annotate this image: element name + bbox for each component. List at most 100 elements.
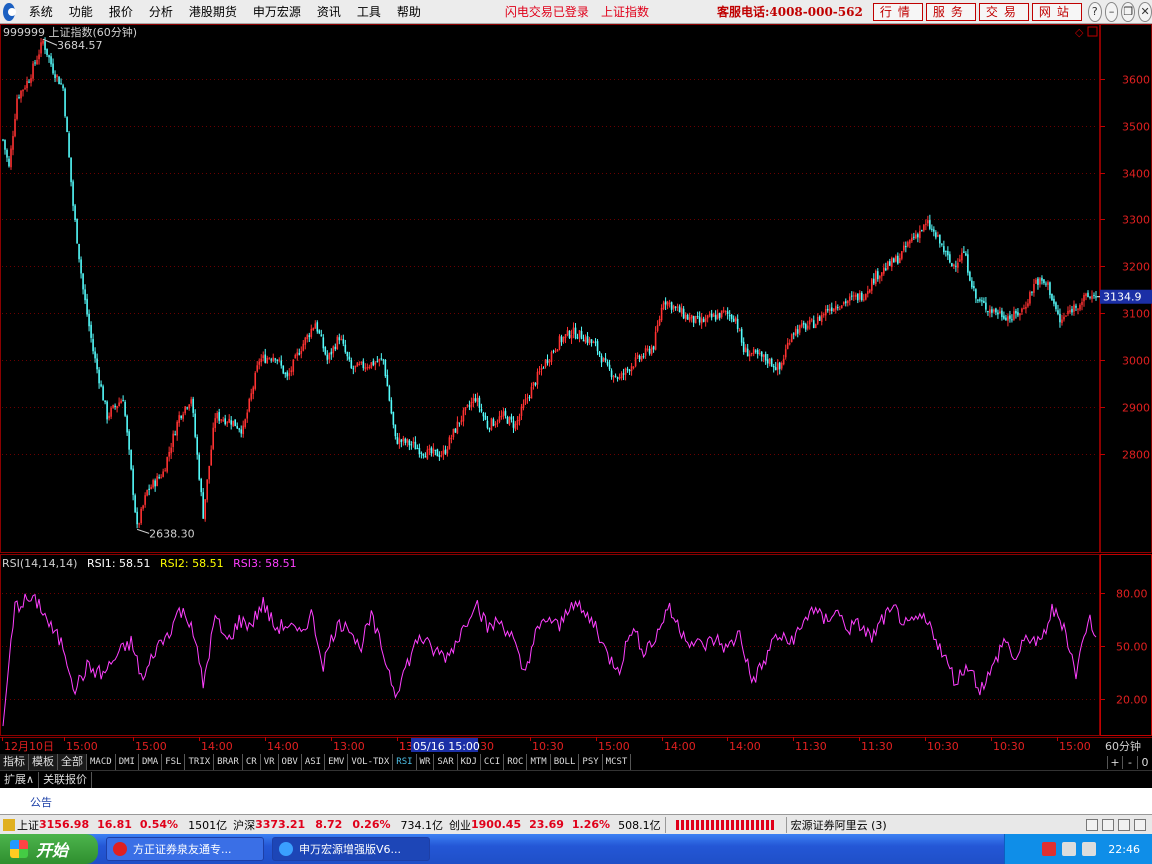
candle-body (788, 343, 791, 345)
candle-body (862, 299, 865, 301)
restore-icon[interactable]: ❐ (1121, 1, 1136, 22)
tab-indicator[interactable]: 指标 (0, 754, 29, 770)
trade-button[interactable]: 交易 (978, 2, 1029, 21)
rsi-series-line (2, 593, 1097, 727)
close-icon[interactable]: ✕ (1138, 1, 1152, 22)
cy-label[interactable]: 创业 (449, 817, 471, 833)
candle-body (326, 354, 329, 360)
tab-expand[interactable]: 扩展∧ (0, 771, 40, 788)
close-small-icon[interactable] (1134, 818, 1146, 831)
lock-icon[interactable] (1118, 818, 1130, 831)
tab-mtm[interactable]: MTM (527, 754, 551, 770)
index-icon[interactable] (3, 818, 15, 831)
remove-panel-button[interactable]: - (1122, 755, 1137, 769)
login-status[interactable]: 闪电交易已登录 (499, 3, 595, 20)
tab-mcst[interactable]: MCST (603, 754, 632, 770)
candle-body (460, 420, 463, 423)
tab-kdj[interactable]: KDJ (458, 754, 481, 770)
tab-all[interactable]: 全部 (58, 754, 87, 770)
tray-network-icon[interactable] (1062, 842, 1077, 856)
tab-roc[interactable]: ROC (504, 754, 528, 770)
candle-body (1067, 310, 1069, 315)
tab-boll[interactable]: BOLL (551, 754, 580, 770)
candle-body (692, 316, 695, 323)
panel-maximize-icon[interactable] (1087, 26, 1098, 37)
tab-dma[interactable]: DMA (139, 754, 163, 770)
hs-label[interactable]: 沪深 (233, 817, 255, 833)
tab-asi[interactable]: ASI (302, 754, 326, 770)
candle-body (881, 272, 883, 277)
server-name[interactable]: 宏源证券阿里云 (3) (791, 817, 887, 833)
tab-macd[interactable]: MACD (87, 754, 116, 770)
candle-body (324, 347, 327, 355)
tray-volume-icon[interactable] (1082, 842, 1097, 856)
candle-body (510, 416, 513, 420)
help-icon[interactable]: ? (1087, 1, 1102, 22)
candle-body (290, 370, 293, 373)
candle-body (38, 54, 40, 60)
message-icon[interactable] (1086, 818, 1098, 831)
candle-body (1077, 308, 1079, 310)
candle-body (810, 319, 813, 321)
current-security[interactable]: 上证指数 (595, 3, 655, 20)
menu-function[interactable]: 功能 (61, 3, 101, 20)
tab-emv[interactable]: EMV (325, 754, 349, 770)
tab-trix[interactable]: TRIX (185, 754, 215, 770)
candle-body (386, 374, 389, 387)
task-swhy[interactable]: 申万宏源增强版V6... (272, 837, 430, 861)
candle-body (260, 358, 263, 363)
chart-svg[interactable]: 2800 2900 3000 3100 3200 3300 3400 3500 3600 80.… (0, 24, 1152, 756)
add-panel-button[interactable]: + (1107, 755, 1122, 769)
candle-body (580, 331, 583, 340)
tab-related-quotes[interactable]: 关联报价 (39, 771, 93, 788)
signal-icon[interactable] (1102, 818, 1114, 831)
candle-body (110, 408, 112, 417)
candle-body (462, 410, 465, 422)
tab-obv[interactable]: OBV (279, 754, 302, 770)
candle-body (240, 429, 243, 434)
market-button[interactable]: 行情 (872, 2, 923, 21)
period-label[interactable]: 60分钟 (1105, 739, 1141, 753)
task-founder[interactable]: 方正证券泉友通专... (106, 837, 264, 861)
tab-sar[interactable]: SAR (434, 754, 458, 770)
app-logo-icon[interactable] (3, 2, 16, 21)
candle-body (666, 301, 669, 306)
candle-body (762, 354, 765, 358)
menu-news[interactable]: 资讯 (309, 3, 349, 20)
candle-body (716, 313, 719, 319)
tray-app-icon[interactable] (1042, 842, 1057, 856)
start-button[interactable]: 开始 (0, 834, 98, 864)
tab-template[interactable]: 模板 (29, 754, 58, 770)
minimize-icon[interactable]: – (1104, 1, 1119, 22)
menu-tools[interactable]: 工具 (349, 3, 389, 20)
notice-link[interactable]: 公告 (30, 794, 52, 810)
menu-system[interactable]: 系统 (21, 3, 61, 20)
candle-body (174, 434, 176, 436)
menu-analysis[interactable]: 分析 (141, 3, 181, 20)
tab-rsi[interactable]: RSI (393, 754, 417, 770)
tab-vol-tdx[interactable]: VOL-TDX (348, 754, 394, 770)
menu-quote[interactable]: 报价 (101, 3, 141, 20)
candle-body (164, 470, 166, 472)
tab-cr[interactable]: CR (243, 754, 261, 770)
tab-psy[interactable]: PSY (579, 754, 603, 770)
sh-label[interactable]: 上证 (17, 817, 39, 833)
tab-dmi[interactable]: DMI (116, 754, 139, 770)
candle-body (214, 418, 216, 429)
menu-hk-futures[interactable]: 港股期货 (181, 3, 245, 20)
candle-body (1043, 279, 1045, 284)
menu-help[interactable]: 帮助 (389, 3, 429, 20)
panel-diamond-icon[interactable]: ◇ (1075, 26, 1084, 39)
candle-body (294, 355, 297, 359)
service-button[interactable]: 服务 (925, 2, 976, 21)
menu-swhy[interactable]: 申万宏源 (245, 3, 309, 20)
tab-vr[interactable]: VR (261, 754, 279, 770)
tab-fsl[interactable]: FSL (162, 754, 186, 770)
reset-panel-button[interactable]: 0 (1137, 755, 1152, 769)
tab-brar[interactable]: BRAR (214, 754, 243, 770)
tab-wr[interactable]: WR (417, 754, 435, 770)
candle-body (764, 354, 767, 361)
website-button[interactable]: 网站 (1031, 2, 1082, 21)
tab-cci[interactable]: CCI (481, 754, 505, 770)
chart-area[interactable]: 2800 2900 3000 3100 3200 3300 3400 3500 3600 80.… (0, 24, 1152, 756)
